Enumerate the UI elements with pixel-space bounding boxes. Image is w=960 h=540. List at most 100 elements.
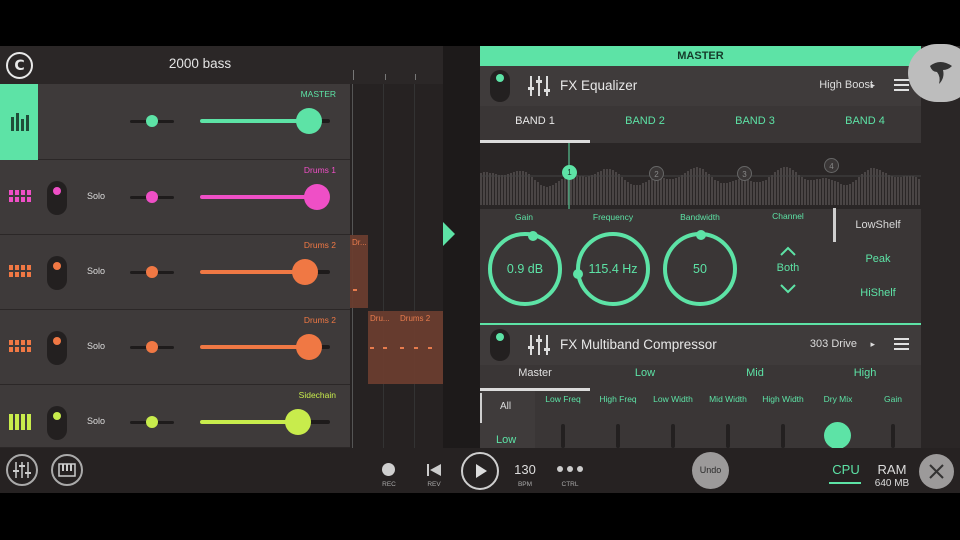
eq-title: FX Equalizer <box>560 78 638 93</box>
param-gain: Gain <box>884 394 902 404</box>
solo-button[interactable]: Solo <box>87 416 105 426</box>
volume-knob[interactable] <box>296 108 322 134</box>
tab-band-2[interactable]: BAND 2 <box>590 115 700 127</box>
solo-button[interactable]: Solo <box>87 341 105 351</box>
fl-fruit-logo-icon[interactable] <box>908 44 960 102</box>
record-arm-toggle[interactable] <box>47 256 67 290</box>
track-sidechain[interactable]: Solo Sidechain <box>0 385 350 448</box>
compressor-title: FX Multiband Compressor <box>560 337 717 352</box>
record-arm-toggle[interactable] <box>47 181 67 215</box>
chevron-down-icon[interactable] <box>779 283 797 295</box>
pattern-clip[interactable]: Dru... Drums 2 <box>368 311 443 384</box>
chevron-up-icon[interactable] <box>779 245 797 257</box>
eq-node-3[interactable]: 3 <box>737 166 752 181</box>
mid-width-slider[interactable] <box>726 424 730 448</box>
band-tabs: BAND 1 BAND 2 BAND 3 BAND 4 <box>480 106 921 144</box>
high-width-slider[interactable] <box>781 424 785 448</box>
low-freq-slider[interactable] <box>561 424 565 448</box>
app-menu-icon[interactable]: C <box>6 52 33 79</box>
tab-mid[interactable]: Mid <box>700 367 810 379</box>
volume-knob[interactable] <box>304 184 330 210</box>
track-drums-2b[interactable]: Solo Drums 2 <box>0 310 350 385</box>
shape-hishelf[interactable]: HiShelf <box>843 287 913 299</box>
high-freq-slider[interactable] <box>616 424 620 448</box>
timeline-ruler[interactable] <box>348 46 443 84</box>
eq-node-4[interactable]: 4 <box>824 158 839 173</box>
mixer-header: C 2000 bass <box>0 46 443 84</box>
shape-selection-indicator <box>833 208 836 242</box>
eq-node-2[interactable]: 2 <box>649 166 664 181</box>
ctrl-label: CTRL <box>561 481 579 488</box>
track-master[interactable]: MASTER <box>0 84 350 160</box>
ram-label: RAM <box>877 462 907 477</box>
eq-header: FX Equalizer High Boost ▸ <box>480 66 921 106</box>
record-arm-toggle[interactable] <box>47 331 67 365</box>
track-name: Sidechain <box>298 390 336 400</box>
eq-node-1[interactable]: 1 <box>562 165 577 180</box>
volume-fill <box>200 195 316 199</box>
sliders-icon[interactable] <box>528 335 550 355</box>
sliders-icon[interactable] <box>528 76 550 96</box>
tab-band-4[interactable]: BAND 4 <box>810 115 920 127</box>
tempo-value[interactable]: 130 <box>505 462 545 477</box>
track-name: Drums 2 <box>303 240 336 250</box>
volume-knob[interactable] <box>285 409 311 435</box>
project-title: 2000 bass <box>168 56 232 71</box>
frequency-label: Frequency <box>592 212 634 222</box>
band-all[interactable]: All <box>500 401 511 412</box>
cpu-meter-label[interactable]: CPU <box>826 462 866 477</box>
pan-knob[interactable] <box>146 341 158 353</box>
pan-knob[interactable] <box>146 266 158 278</box>
play-button[interactable] <box>461 452 499 490</box>
tab-master[interactable]: Master <box>480 367 590 379</box>
track-drums-2[interactable]: Solo Drums 2 <box>0 235 350 310</box>
solo-button[interactable]: Solo <box>87 266 105 276</box>
volume-knob[interactable] <box>292 259 318 285</box>
bandwidth-label: Bandwidth <box>680 212 720 222</box>
compressor-enable-toggle[interactable] <box>490 329 510 361</box>
piano-roll-icon[interactable] <box>51 454 83 486</box>
playlist-area[interactable]: Dr... Dru... Drums 2 <box>350 84 443 448</box>
eq-preset[interactable]: High Boost <box>819 79 873 91</box>
band-low[interactable]: Low <box>496 434 516 446</box>
ram-value: 640 MB <box>874 478 910 489</box>
track-drums-1[interactable]: Solo Drums 1 <box>0 160 350 235</box>
pan-knob[interactable] <box>146 191 158 203</box>
eq-spectrum <box>480 143 921 209</box>
low-width-slider[interactable] <box>671 424 675 448</box>
record-button[interactable] <box>382 463 395 476</box>
shape-lowshelf[interactable]: LowShelf <box>843 219 913 231</box>
master-track-icon[interactable] <box>0 84 38 160</box>
tab-band-1[interactable]: BAND 1 <box>480 115 590 127</box>
gain-value: 0.9 dB <box>506 262 544 276</box>
hamburger-menu-icon[interactable] <box>894 79 909 91</box>
tab-high[interactable]: High <box>810 367 920 379</box>
pattern-clip[interactable]: Dr... <box>350 235 368 308</box>
compressor-preset[interactable]: 303 Drive <box>810 338 857 350</box>
dry-mix-knob[interactable] <box>824 422 851 448</box>
solo-button[interactable]: Solo <box>87 191 105 201</box>
eq-graph[interactable]: 1 2 3 4 <box>480 143 921 209</box>
mixer-pane: C 2000 bass MASTER Solo Drums 1 Solo Dru… <box>0 46 443 448</box>
mixer-view-icon[interactable] <box>6 454 38 486</box>
preset-next-icon[interactable]: ▸ <box>870 80 875 91</box>
hamburger-menu-icon[interactable] <box>894 338 909 350</box>
param-low-freq: Low Freq <box>545 394 581 404</box>
undo-button[interactable]: Undo <box>692 452 729 489</box>
pan-knob[interactable] <box>146 416 158 428</box>
more-dots-icon[interactable] <box>557 466 583 472</box>
tab-band-3[interactable]: BAND 3 <box>700 115 810 127</box>
record-arm-toggle[interactable] <box>47 406 67 440</box>
channel-label: Channel <box>772 211 804 221</box>
preset-next-icon[interactable]: ▸ <box>870 339 875 350</box>
gain-slider[interactable] <box>891 424 895 448</box>
track-name: Drums 1 <box>303 165 336 175</box>
tab-low[interactable]: Low <box>590 367 700 379</box>
pan-knob[interactable] <box>146 115 158 127</box>
volume-knob[interactable] <box>296 334 322 360</box>
eq-enable-toggle[interactable] <box>490 70 510 102</box>
shape-peak[interactable]: Peak <box>843 253 913 265</box>
rewind-icon[interactable] <box>426 463 442 477</box>
collapse-arrow-icon[interactable] <box>443 222 455 246</box>
close-button[interactable] <box>919 454 954 489</box>
